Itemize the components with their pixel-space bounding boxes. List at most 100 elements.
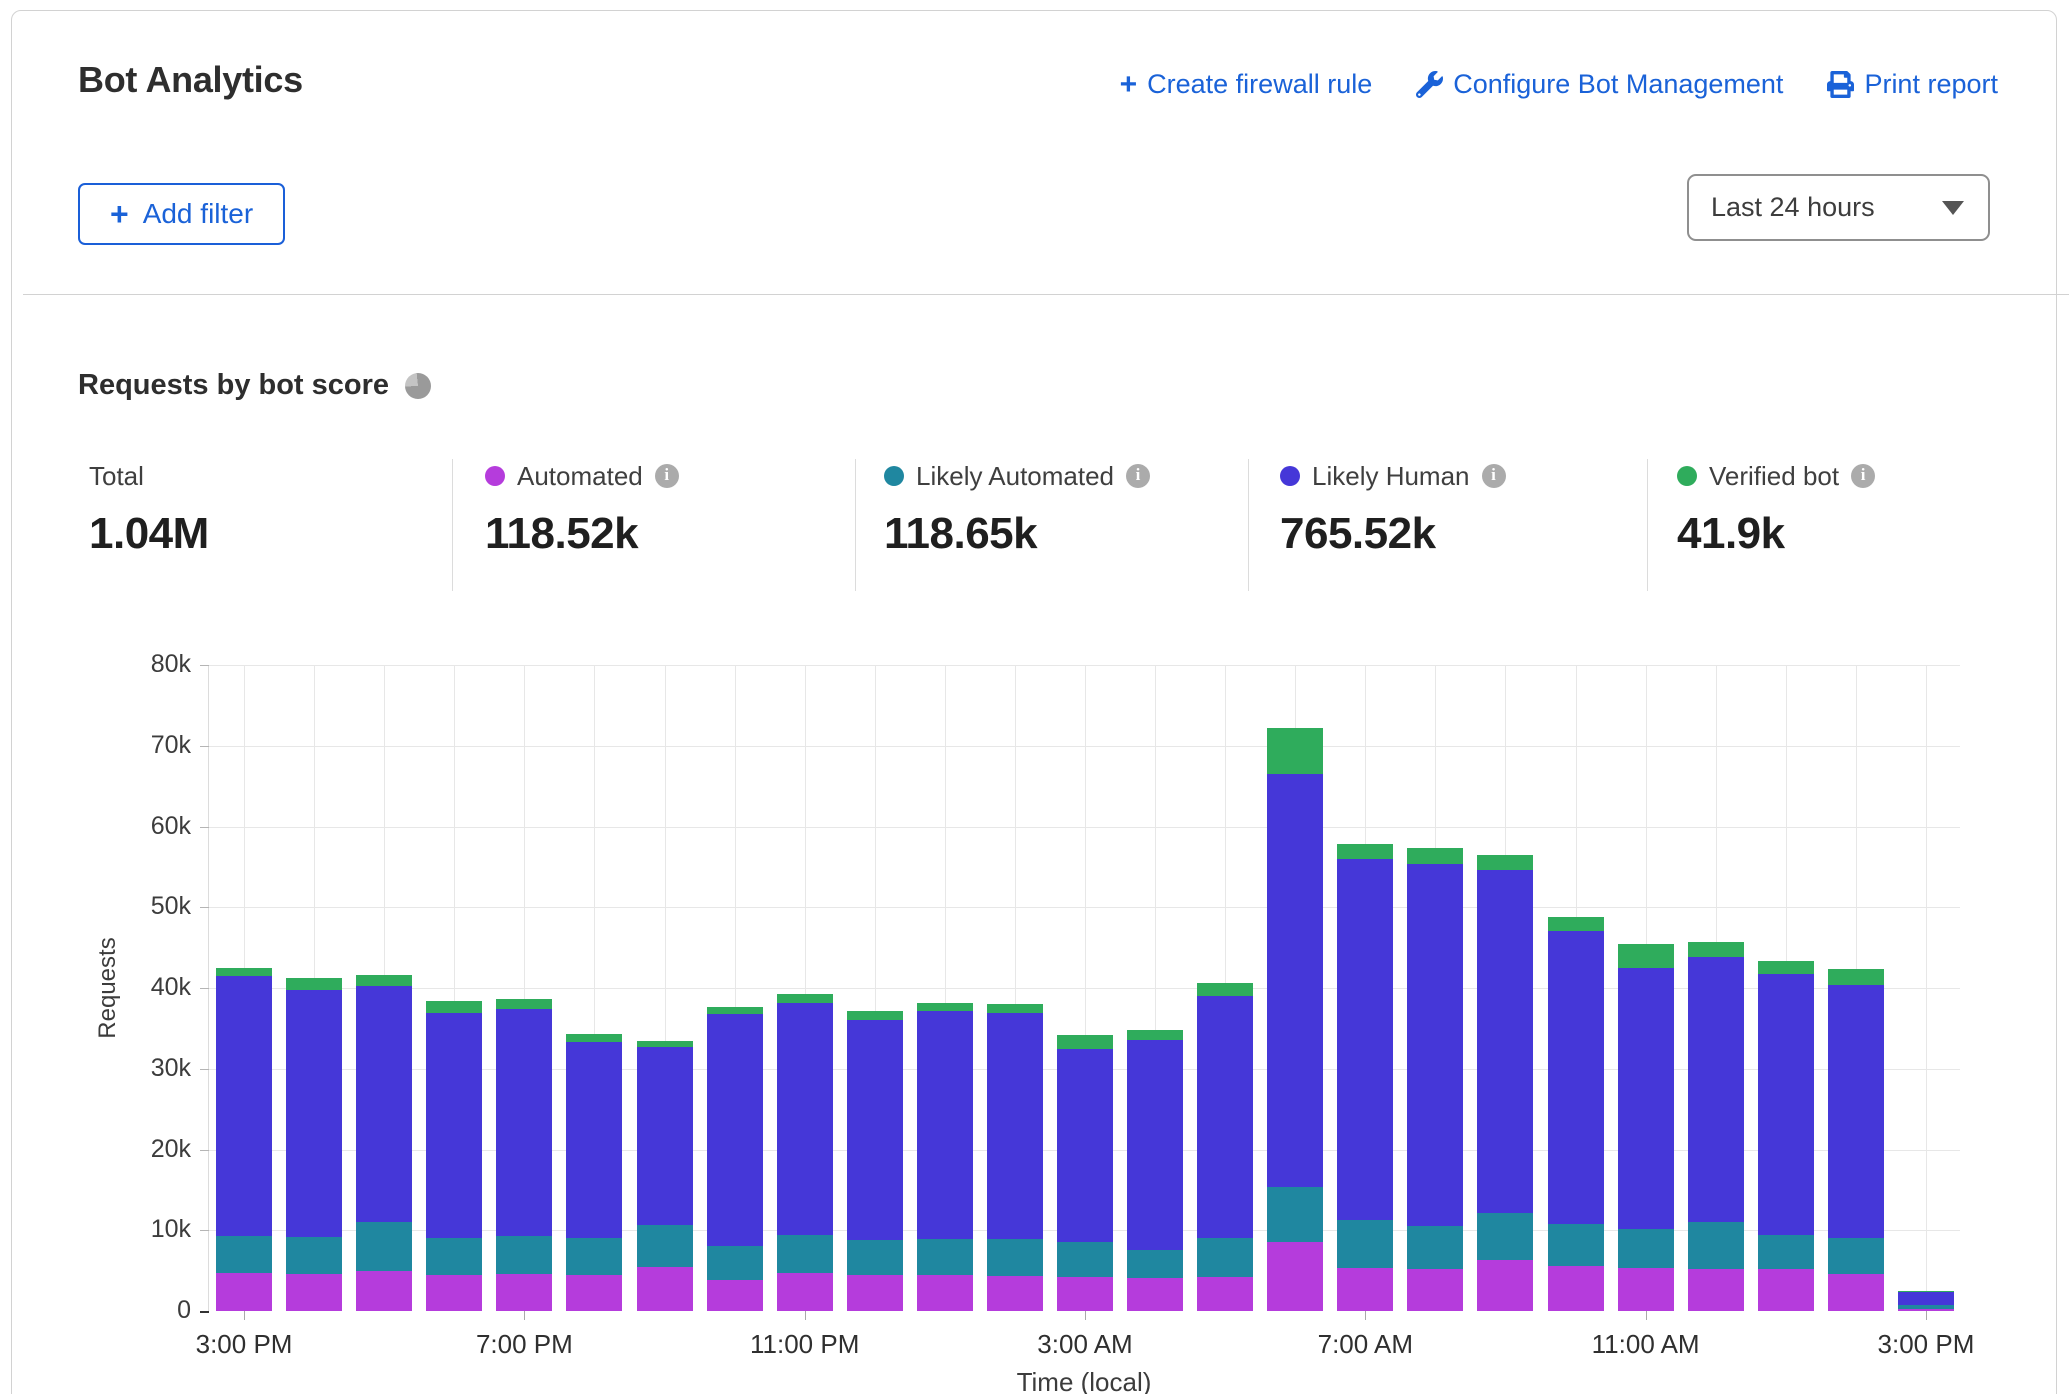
- add-filter-label: Add filter: [143, 198, 254, 230]
- bar-segment-automated: [847, 1275, 903, 1311]
- bar-7[interactable]: [707, 1007, 763, 1311]
- bar-10[interactable]: [917, 1003, 973, 1311]
- y-tick: [200, 827, 209, 828]
- bar-19[interactable]: [1548, 917, 1604, 1311]
- bar-segment-likely-automated: [1828, 1238, 1884, 1274]
- bar-segment-verified-bot: [1407, 848, 1463, 863]
- bar-segment-likely-automated: [1758, 1235, 1814, 1269]
- bar-segment-automated: [707, 1280, 763, 1311]
- info-icon[interactable]: [1482, 464, 1506, 488]
- bar-6[interactable]: [637, 1041, 693, 1312]
- bar-segment-likely-human: [566, 1042, 622, 1237]
- stat-likely-automated[interactable]: Likely Automated 118.65k: [884, 461, 1150, 559]
- stat-automated[interactable]: Automated 118.52k: [485, 461, 679, 559]
- bar-segment-verified-bot: [1548, 917, 1604, 932]
- y-tick-label: 20k: [91, 1135, 191, 1164]
- bar-segment-likely-automated: [1197, 1238, 1253, 1277]
- bar-11[interactable]: [987, 1004, 1043, 1311]
- stat-divider: [1647, 459, 1648, 591]
- bar-20[interactable]: [1618, 944, 1674, 1311]
- bar-segment-verified-bot: [707, 1007, 763, 1014]
- bar-17[interactable]: [1407, 848, 1463, 1311]
- y-tick-label: 10k: [91, 1215, 191, 1244]
- bar-segment-automated: [426, 1275, 482, 1311]
- bar-16[interactable]: [1337, 844, 1393, 1311]
- bar-22[interactable]: [1758, 961, 1814, 1311]
- bar-24[interactable]: [1898, 1291, 1954, 1311]
- bar-segment-likely-human: [1057, 1049, 1113, 1241]
- bar-segment-likely-automated: [1057, 1242, 1113, 1278]
- bar-segment-automated: [917, 1275, 973, 1311]
- bar-segment-likely-automated: [637, 1225, 693, 1268]
- bar-1[interactable]: [286, 978, 342, 1311]
- bar-segment-likely-human: [707, 1014, 763, 1247]
- header-divider: [23, 294, 2069, 295]
- bar-segment-automated: [1828, 1274, 1884, 1311]
- bar-segment-likely-automated: [1127, 1250, 1183, 1278]
- bar-15[interactable]: [1267, 728, 1323, 1311]
- bar-segment-likely-human: [777, 1003, 833, 1236]
- bar-0[interactable]: [216, 968, 272, 1311]
- bar-14[interactable]: [1197, 983, 1253, 1311]
- bar-4[interactable]: [496, 999, 552, 1312]
- y-tick-label: 80k: [91, 650, 191, 679]
- bar-13[interactable]: [1127, 1030, 1183, 1311]
- stat-verified-bot[interactable]: Verified bot 41.9k: [1677, 461, 1875, 559]
- bar-segment-likely-automated: [777, 1235, 833, 1273]
- info-icon[interactable]: [1851, 464, 1875, 488]
- bar-segment-verified-bot: [1618, 944, 1674, 968]
- stat-label: Verified bot: [1709, 461, 1839, 492]
- x-tick-label: 3:00 AM: [1037, 1329, 1132, 1360]
- bar-segment-likely-automated: [1688, 1222, 1744, 1269]
- bar-12[interactable]: [1057, 1035, 1113, 1311]
- time-range-dropdown[interactable]: Last 24 hours: [1687, 174, 1990, 241]
- bar-segment-likely-automated: [987, 1239, 1043, 1276]
- bar-23[interactable]: [1828, 969, 1884, 1311]
- bar-segment-likely-human: [426, 1013, 482, 1238]
- bar-segment-likely-automated: [566, 1238, 622, 1276]
- bar-segment-automated: [987, 1276, 1043, 1311]
- header-actions: + Create firewall rule Configure Bot Man…: [1120, 69, 1998, 100]
- bar-8[interactable]: [777, 994, 833, 1311]
- stat-label: Likely Automated: [916, 461, 1114, 492]
- create-firewall-rule-link[interactable]: + Create firewall rule: [1120, 69, 1373, 100]
- bar-segment-automated: [1057, 1277, 1113, 1311]
- info-icon[interactable]: [1126, 464, 1150, 488]
- bar-2[interactable]: [356, 975, 412, 1311]
- bar-segment-likely-human: [1618, 968, 1674, 1229]
- y-tick-label: 50k: [91, 892, 191, 921]
- y-tick: [200, 1230, 209, 1231]
- bar-segment-likely-human: [847, 1020, 903, 1240]
- stat-likely-human[interactable]: Likely Human 765.52k: [1280, 461, 1506, 559]
- bar-9[interactable]: [847, 1011, 903, 1311]
- configure-bot-management-link[interactable]: Configure Bot Management: [1416, 69, 1783, 100]
- bar-segment-automated: [216, 1273, 272, 1311]
- analytics-card: Bot Analytics + Create firewall rule Con…: [11, 10, 2057, 1394]
- bar-3[interactable]: [426, 1001, 482, 1311]
- bar-18[interactable]: [1477, 855, 1533, 1311]
- bar-segment-verified-bot: [847, 1011, 903, 1020]
- legend-dot-automated: [485, 466, 505, 486]
- wrench-icon: [1416, 71, 1443, 98]
- stat-label: Likely Human: [1312, 461, 1470, 492]
- bar-segment-automated: [496, 1274, 552, 1311]
- y-tick-label: 40k: [91, 973, 191, 1002]
- bar-5[interactable]: [566, 1034, 622, 1311]
- bar-segment-likely-human: [1688, 957, 1744, 1222]
- bar-21[interactable]: [1688, 942, 1744, 1311]
- bar-segment-automated: [356, 1271, 412, 1311]
- x-tick: [1926, 1311, 1927, 1320]
- info-icon[interactable]: [655, 464, 679, 488]
- print-report-link[interactable]: Print report: [1827, 69, 1998, 100]
- y-tick-label: 0: [91, 1296, 191, 1325]
- x-tick: [244, 1311, 245, 1320]
- bar-segment-verified-bot: [1057, 1035, 1113, 1050]
- bar-segment-likely-human: [1477, 870, 1533, 1212]
- bar-segment-verified-bot: [987, 1004, 1043, 1013]
- bar-segment-automated: [1267, 1242, 1323, 1311]
- bar-segment-verified-bot: [1127, 1030, 1183, 1040]
- add-filter-button[interactable]: + Add filter: [78, 183, 285, 245]
- bar-segment-automated: [637, 1267, 693, 1311]
- stat-value: 765.52k: [1280, 509, 1506, 559]
- x-tick: [805, 1311, 806, 1320]
